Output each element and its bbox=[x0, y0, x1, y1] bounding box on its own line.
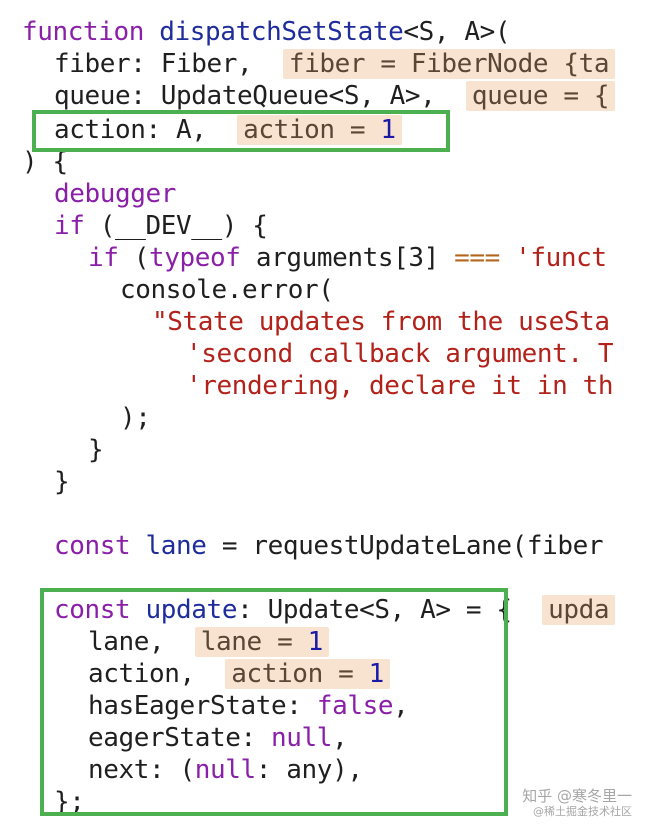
watermark-juejin: @稀土掘金技术社区 bbox=[533, 805, 632, 818]
inline-value-fiber[interactable]: fiber = FiberNode {ta bbox=[282, 49, 616, 79]
code-line-15: } bbox=[54, 467, 70, 497]
code-line-7: if (__DEV__) { bbox=[54, 211, 268, 241]
code-line-11: 'second callback argument. T bbox=[186, 339, 614, 369]
code-line-8: if (typeof arguments[3] === 'funct bbox=[88, 243, 607, 273]
code-line-1: function dispatchSetState<S, A>( bbox=[22, 17, 511, 47]
code-editor: function dispatchSetState<S, A>( fiber: … bbox=[0, 0, 646, 826]
highlight-box-update-object bbox=[40, 588, 508, 816]
code-line-3: queue: UpdateQueue<S, A>, queue = { bbox=[54, 80, 616, 112]
code-line-2: fiber: Fiber, fiber = FiberNode {ta bbox=[54, 48, 616, 80]
code-line-13: ); bbox=[120, 403, 151, 433]
code-line-9: console.error( bbox=[120, 275, 334, 305]
watermark: 知乎 @寒冬里一 @稀土掘金技术社区 bbox=[522, 788, 632, 820]
code-line-14: } bbox=[88, 435, 104, 465]
inline-value-queue[interactable]: queue = { bbox=[465, 81, 616, 111]
code-line-16: const lane = requestUpdateLane(fiber bbox=[54, 531, 604, 561]
watermark-zhihu: 知乎 @寒冬里一 bbox=[522, 787, 632, 805]
highlight-box-action-param bbox=[32, 110, 450, 152]
code-line-12: 'rendering, declare it in th bbox=[186, 371, 614, 401]
code-line-6: debugger bbox=[54, 179, 177, 209]
code-line-10: "State updates from the useSta bbox=[152, 307, 610, 337]
inline-value-update[interactable]: upda bbox=[542, 595, 616, 625]
